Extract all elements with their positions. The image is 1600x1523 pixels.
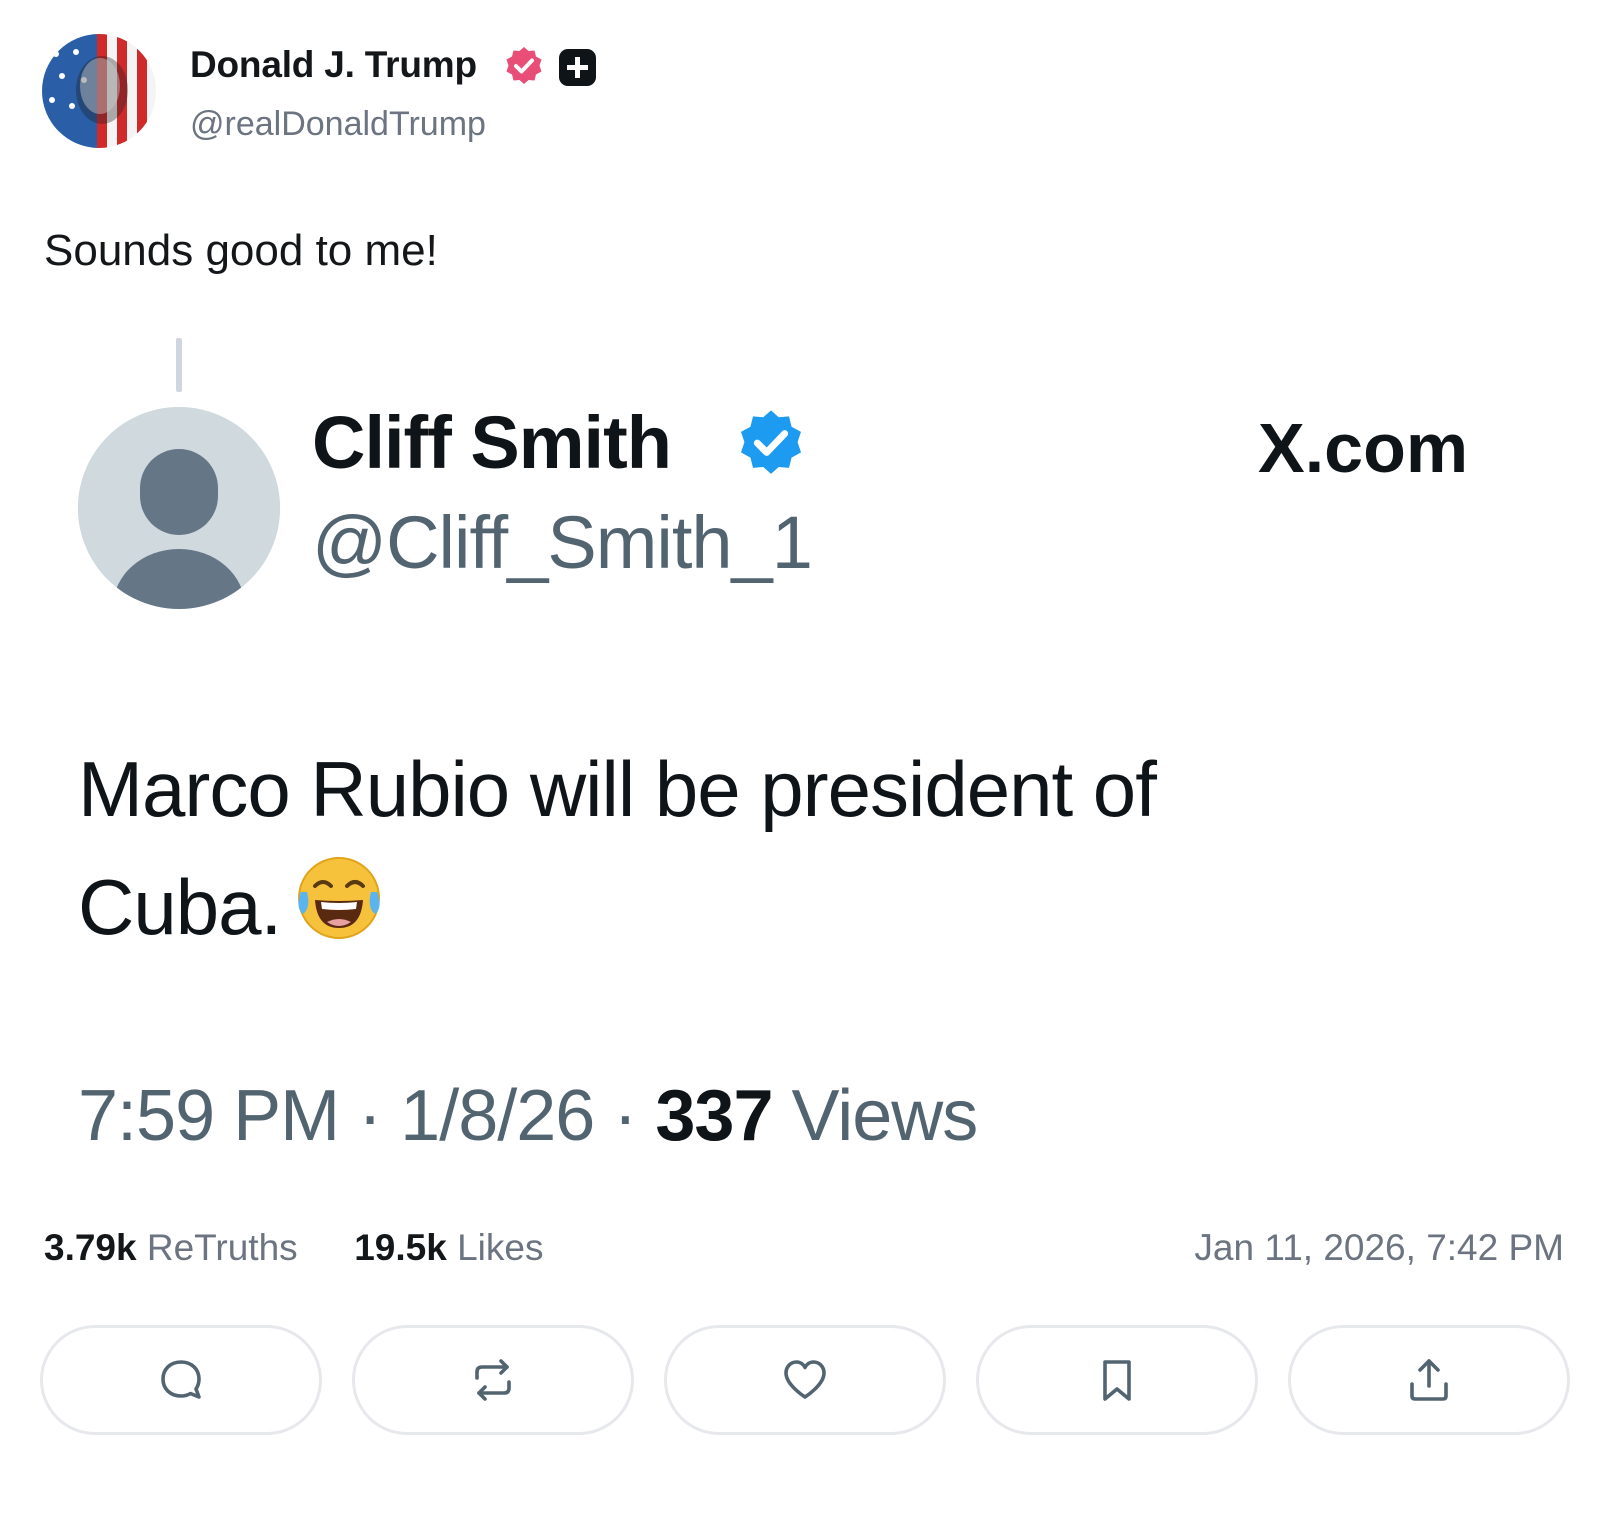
quoted-text-line: Marco Rubio will be president of — [78, 745, 1157, 833]
likes-count[interactable]: 19.5k — [354, 1227, 447, 1268]
quoted-views-count: 337 — [655, 1076, 773, 1156]
author-handle[interactable]: @realDonaldTrump — [190, 105, 486, 144]
bookmark-icon — [1103, 1360, 1131, 1401]
tears-of-joy-emoji-icon — [298, 857, 381, 939]
post-timestamp[interactable]: Jan 11, 2026, 7:42 PM — [1194, 1227, 1564, 1269]
truth-post: Donald J. Trump @realDonaldTrump Sounds … — [0, 0, 1600, 1523]
quoted-handle: @Cliff_Smith_1 — [312, 501, 813, 584]
meta-separator: · — [613, 1076, 637, 1156]
x-logo: X.com — [1258, 409, 1469, 487]
post-stats: 3.79k ReTruths 19.5k Likes — [44, 1227, 544, 1269]
retruths-count[interactable]: 3.79k — [44, 1227, 137, 1268]
quoted-meta: 7:59 PM · 1/8/26 · 337 Views — [78, 1075, 979, 1157]
quoted-time: 7:59 PM — [78, 1076, 340, 1156]
reply-button[interactable] — [40, 1325, 322, 1435]
quoted-avatar — [78, 407, 280, 609]
share-icon — [1410, 1359, 1448, 1401]
retruth-button[interactable] — [352, 1325, 634, 1435]
quoted-date: 1/8/26 — [400, 1076, 595, 1156]
retruths-label[interactable]: ReTruths — [147, 1227, 298, 1268]
plus-badge-icon — [559, 49, 596, 86]
bookmark-button[interactable] — [976, 1325, 1258, 1435]
share-button[interactable] — [1288, 1325, 1570, 1435]
action-bar — [40, 1325, 1570, 1435]
verified-badge-icon — [741, 410, 801, 474]
quoted-text: Marco Rubio will be president of Cuba. — [78, 730, 1498, 966]
verified-badge-icon — [506, 47, 542, 84]
like-button[interactable] — [664, 1325, 946, 1435]
thread-line — [176, 338, 182, 392]
likes-label[interactable]: Likes — [457, 1227, 543, 1268]
post-text: Sounds good to me! — [44, 226, 438, 275]
meta-separator: · — [358, 1076, 382, 1156]
author-avatar[interactable] — [42, 34, 156, 148]
author-name[interactable]: Donald J. Trump — [190, 44, 477, 86]
quoted-text-line: Cuba. — [78, 848, 1498, 966]
quoted-views-label: Views — [791, 1076, 979, 1156]
retruth-icon — [475, 1359, 511, 1401]
reply-icon — [161, 1360, 201, 1399]
like-icon — [784, 1360, 826, 1399]
quoted-name: Cliff Smith — [312, 401, 672, 484]
